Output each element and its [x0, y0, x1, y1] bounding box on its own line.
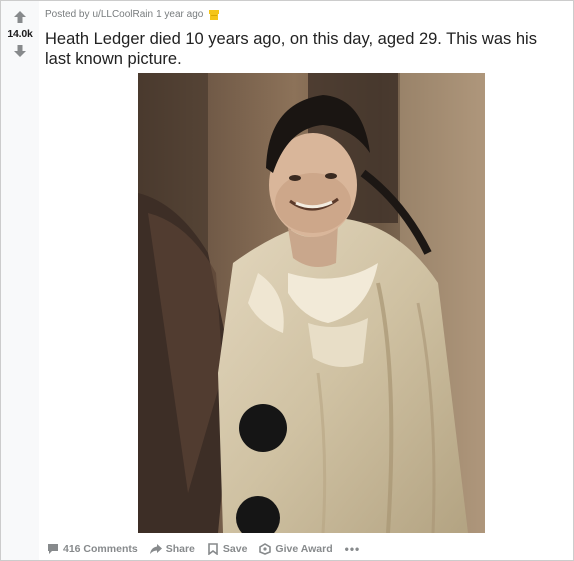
- comment-icon: [48, 544, 58, 554]
- more-options-button[interactable]: •••: [343, 540, 363, 558]
- post-card: 14.0k Posted by u/LLCoolRain 1 year ago …: [0, 0, 574, 561]
- post-meta: Posted by u/LLCoolRain 1 year ago: [45, 9, 220, 20]
- arrow-up-icon[interactable]: [12, 9, 28, 25]
- comments-label: 416 Comments: [63, 543, 138, 555]
- more-dots-icon: •••: [344, 542, 361, 556]
- posted-by-label: Posted by: [45, 9, 90, 20]
- post-content: Posted by u/LLCoolRain 1 year ago Heath …: [45, 1, 573, 560]
- arrow-down-icon[interactable]: [12, 43, 28, 59]
- award-icon: [259, 543, 272, 555]
- share-button[interactable]: Share: [148, 541, 197, 557]
- share-label: Share: [165, 543, 195, 555]
- post-actions: 416 Comments Share Save Give Award •••: [45, 539, 362, 559]
- give-award-label: Give Award: [275, 543, 333, 555]
- vote-rail: 14.0k: [1, 1, 39, 560]
- bookmark-icon: [208, 543, 218, 555]
- post-title[interactable]: Heath Ledger died 10 years ago, on this …: [45, 29, 565, 69]
- share-icon: [149, 544, 162, 554]
- post-time[interactable]: 1 year ago: [156, 9, 203, 20]
- photo-illustration: [138, 73, 485, 533]
- comments-button[interactable]: 416 Comments: [45, 541, 140, 557]
- award-badge-icon: [209, 9, 220, 20]
- vote-score: 14.0k: [7, 28, 33, 40]
- author-link[interactable]: u/LLCoolRain: [92, 9, 153, 20]
- save-button[interactable]: Save: [205, 541, 250, 557]
- post-image[interactable]: [138, 73, 485, 533]
- save-label: Save: [222, 543, 248, 555]
- give-award-button[interactable]: Give Award: [257, 541, 334, 557]
